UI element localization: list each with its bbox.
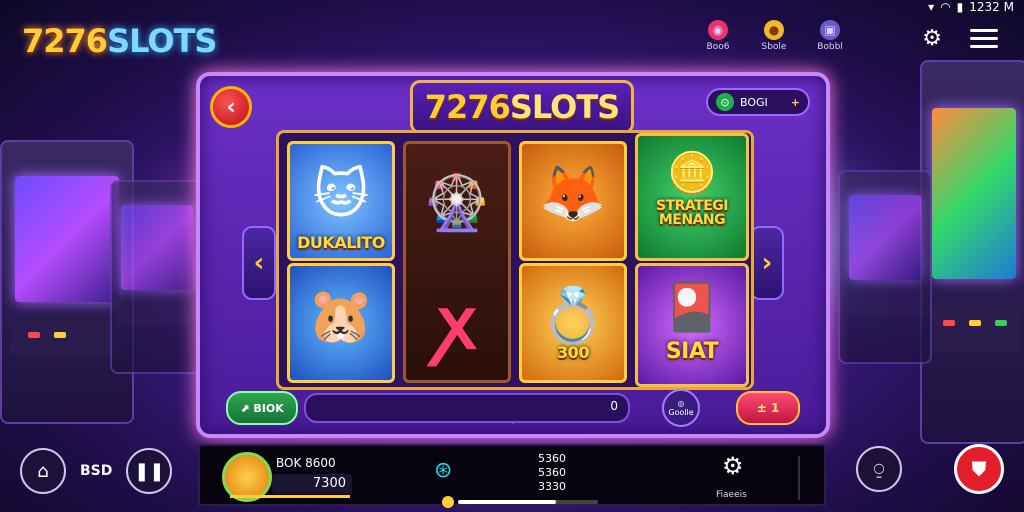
chevron-right-icon: ›	[761, 248, 773, 278]
bottom-status-bar: BOK 8600 7300 ⊛ 5360 5360 3330 ⚙ Fiaeeis	[198, 444, 826, 508]
gear-icon: ⚙	[722, 452, 744, 480]
status-time: 1232 M	[969, 0, 1014, 14]
signal-icon: ▾	[928, 0, 935, 14]
swirl-icon: ◎	[677, 399, 685, 408]
back-button[interactable]: ‹	[210, 86, 252, 128]
divider	[798, 456, 800, 500]
wheel-icon: 🎡	[423, 171, 491, 234]
tile-strategi[interactable]: 🪙 STRATEGI MENANG	[635, 133, 749, 261]
progress-bar	[458, 500, 598, 504]
red-action-button[interactable]: ± 1	[736, 391, 800, 425]
search-coin-icon: ⊙	[716, 93, 734, 111]
lollipop-icon: ◉	[708, 20, 728, 40]
coin-balance-pill[interactable]: ⊙ BOGI +	[706, 88, 810, 116]
settings-gear-button[interactable]: ⚙	[922, 26, 942, 51]
tile-wheel[interactable]: 🎡 ꭗ	[403, 141, 511, 383]
home-button[interactable]: ⌂	[20, 448, 66, 494]
tile-ring[interactable]: 💍 300	[519, 263, 627, 383]
pause-button[interactable]: ❚❚	[126, 448, 173, 494]
cards-icon: 🎴	[663, 279, 721, 334]
balance-bar	[230, 495, 350, 498]
target-icon[interactable]: ⊛	[434, 458, 452, 483]
settings-button[interactable]: ⚙	[722, 452, 744, 480]
broom-icon: ⍜	[873, 458, 885, 480]
panel-logo: 7276 SLOTS	[410, 80, 634, 134]
arcade-cabinet-right	[920, 60, 1024, 444]
shield-icon: ⛊	[971, 457, 987, 481]
arcade-cabinet-right-back	[838, 170, 932, 364]
cat-rocket-icon: 🐱	[312, 162, 370, 226]
coin-badge-icon: 🪙	[667, 150, 717, 197]
tile-fox[interactable]: 🦊	[519, 141, 627, 261]
home-icon: ⌂	[37, 460, 49, 482]
panel-controls: ⬈ BIOK 0 ◎ Goolle ± 1	[226, 389, 800, 427]
prev-page-button[interactable]: ‹	[242, 226, 276, 300]
add-coins-icon: +	[790, 95, 800, 109]
balance-value: 7300	[272, 474, 352, 494]
stat-line-3: 3330	[538, 480, 566, 493]
top-icon-sbole[interactable]: ● Sbole	[760, 20, 788, 52]
broom-button[interactable]: ⍜	[856, 446, 902, 492]
fox-icon: 🦊	[539, 162, 607, 226]
plus-icon: ±	[756, 401, 771, 415]
mini-round-button[interactable]: ◎ Goolle	[662, 389, 700, 427]
stat-line-2: 5360	[538, 466, 566, 479]
coin-icon: ●	[764, 20, 784, 40]
progress-fill	[458, 500, 556, 504]
top-icon-bobbl[interactable]: ▣ Bobbl	[816, 20, 844, 52]
game-grid: 🐱 DUKALITO 🐹 🎡 ꭗ 🦊 💍 300 🪙 STRATEGI MENA…	[276, 130, 754, 390]
battery-icon: ▮	[956, 0, 964, 14]
tile-hamster[interactable]: 🐹	[287, 263, 395, 383]
shield-button[interactable]: ⛊	[954, 444, 1004, 494]
status-bar: ▾ ◠ ▮ 1232 M	[928, 0, 1014, 14]
tile-siat[interactable]: 🎴 SIAT	[635, 263, 749, 387]
gold-ring-icon: 💍	[539, 284, 607, 348]
tile-dukalito[interactable]: 🐱 DUKALITO	[287, 141, 395, 261]
chevron-left-icon: ‹	[226, 94, 236, 120]
bet-slider[interactable]: 0	[304, 393, 630, 423]
gear-icon: ⚙	[922, 26, 942, 51]
balance-label: BOK 8600	[276, 456, 336, 470]
pause-icon: ❚❚	[134, 460, 165, 482]
top-icon-group: ◉ Boo6 ● Sbole ▣ Bobbl	[704, 20, 844, 52]
bag-icon: ▣	[820, 20, 840, 40]
settings-label: Fiaeeis	[716, 490, 747, 500]
arrow-up-icon: ⬈	[240, 401, 250, 415]
bid-label: BSD	[80, 463, 113, 479]
menu-button[interactable]	[970, 24, 998, 53]
chevron-left-icon: ‹	[253, 248, 265, 278]
wifi-icon: ◠	[940, 0, 951, 14]
bottom-right-controls: ⍜ ⛊	[856, 444, 1004, 494]
app-logo: 7276SLOTS	[22, 22, 217, 60]
stat-line-1: 5360	[538, 452, 566, 465]
ribbon-x-icon: ꭗ	[437, 281, 477, 365]
coin-icon	[442, 496, 454, 508]
slots-panel: ‹ 7276 SLOTS ⊙ BOGI + ‹ › 🐱 DUKALITO 🐹 🎡 …	[196, 72, 830, 438]
arcade-cabinet-left-back	[110, 180, 204, 374]
next-page-button[interactable]: ›	[750, 226, 784, 300]
green-action-button[interactable]: ⬈ BIOK	[226, 391, 298, 425]
bottom-left-controls: ⌂ BSD ❚❚	[20, 448, 173, 494]
top-icon-boo6[interactable]: ◉ Boo6	[704, 20, 732, 52]
hamster-icon: 🐹	[307, 284, 375, 348]
